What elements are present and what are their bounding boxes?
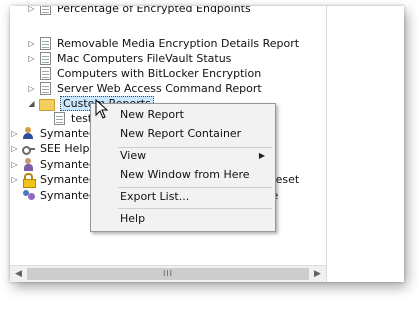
menu-item-help[interactable]: Help xyxy=(93,209,273,228)
tree-item-mac-filevault[interactable]: ▷ Mac Computers FileVault Status xyxy=(27,51,231,66)
submenu-arrow-icon: ▶ xyxy=(258,151,265,160)
tree-item-label: Percentage of Encrypted Endpoints xyxy=(57,6,251,15)
menu-item-new-report-container[interactable]: New Report Container xyxy=(93,124,273,143)
document-icon xyxy=(40,67,51,80)
mouse-cursor-icon xyxy=(95,99,109,119)
context-menu: New Report New Report Container View ▶ N… xyxy=(90,103,276,232)
key-icon xyxy=(22,142,35,155)
expand-arrow-icon[interactable]: ▷ xyxy=(10,172,19,187)
scrollbar-grip-icon: III xyxy=(162,269,174,278)
menu-item-label: New Report xyxy=(120,108,184,121)
menu-item-label: New Window from Here xyxy=(120,168,250,181)
menu-item-label: View xyxy=(120,149,147,162)
document-icon xyxy=(54,112,65,125)
tree-item-label: Removable Media Encryption Details Repor… xyxy=(57,37,300,50)
expand-arrow-icon[interactable]: ▷ xyxy=(10,157,19,172)
expand-arrow-icon[interactable]: ▷ xyxy=(27,6,36,16)
lock-icon xyxy=(22,173,36,188)
menu-item-label: Help xyxy=(120,212,146,225)
person-icon xyxy=(22,158,35,171)
tree-item-label: Computers with BitLocker Encryption xyxy=(57,67,262,80)
tree-item-percentage-encrypted[interactable]: ▷ Percentage of Encrypted Endpoints xyxy=(27,6,251,16)
menu-item-label: Export List... xyxy=(120,190,190,203)
expand-arrow-icon[interactable]: ▷ xyxy=(10,126,19,141)
tree-item-label: Mac Computers FileVault Status xyxy=(57,52,232,65)
menu-item-new-window[interactable]: New Window from Here xyxy=(93,165,273,184)
tree-item-label: test xyxy=(71,112,93,125)
expand-arrow-icon[interactable]: ▷ xyxy=(27,51,36,66)
user-icon xyxy=(22,127,35,140)
horizontal-scrollbar[interactable]: ◀ III ▶ xyxy=(10,265,326,282)
scroll-left-icon[interactable]: ◀ xyxy=(11,267,26,282)
expand-arrow-icon xyxy=(10,188,19,203)
tree-item-server-web-access[interactable]: ▷ Server Web Access Command Report xyxy=(27,81,262,96)
tree-item-bitlocker[interactable]: Computers with BitLocker Encryption xyxy=(27,66,261,81)
menu-item-new-report[interactable]: New Report xyxy=(93,105,273,124)
document-icon xyxy=(40,6,51,15)
scrollbar-thumb[interactable]: III xyxy=(27,268,309,280)
expand-arrow-icon[interactable]: ▷ xyxy=(10,141,19,156)
menu-item-view[interactable]: View ▶ xyxy=(93,146,273,165)
expand-arrow-icon xyxy=(41,111,50,126)
document-icon xyxy=(40,82,51,95)
collapse-arrow-icon[interactable]: ◢ xyxy=(27,96,36,111)
menu-item-label: New Report Container xyxy=(120,127,242,140)
folder-icon xyxy=(39,98,55,111)
expand-arrow-icon[interactable]: ▷ xyxy=(27,81,36,96)
tree-item-removable-media[interactable]: ▷ Removable Media Encryption Details Rep… xyxy=(27,36,299,51)
expand-arrow-icon[interactable]: ▷ xyxy=(27,36,36,51)
document-icon xyxy=(40,52,51,65)
tree-item-test[interactable]: test xyxy=(41,111,92,126)
results-pane xyxy=(327,6,404,282)
tree-item-label: Server Web Access Command Report xyxy=(57,82,262,95)
menu-item-export-list[interactable]: Export List... xyxy=(93,187,273,206)
people-icon xyxy=(22,189,35,202)
expand-arrow-icon xyxy=(27,66,36,81)
document-icon xyxy=(40,37,51,50)
scroll-right-icon[interactable]: ▶ xyxy=(310,267,325,282)
